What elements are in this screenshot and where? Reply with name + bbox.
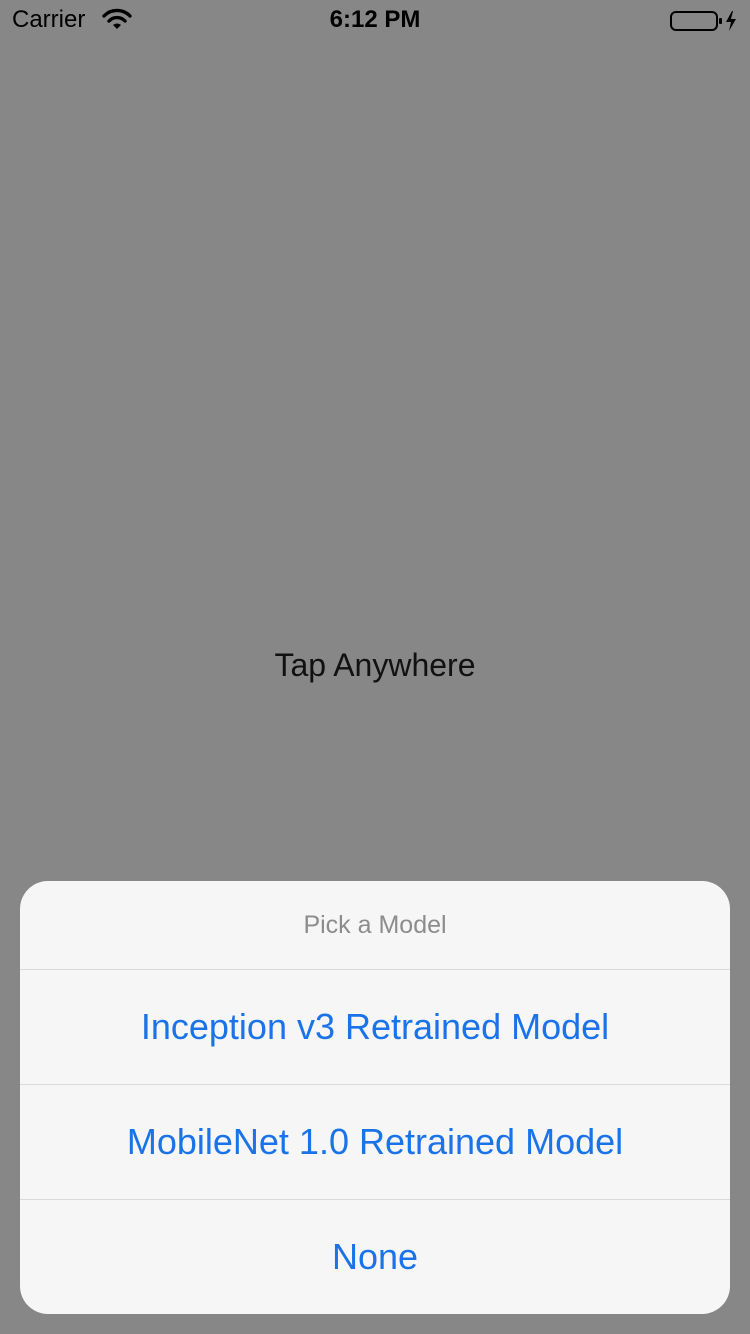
option-none[interactable]: None <box>20 1200 730 1314</box>
option-inception-v3[interactable]: Inception v3 Retrained Model <box>20 970 730 1085</box>
action-sheet-title: Pick a Model <box>20 881 730 970</box>
lightning-bolt-icon <box>726 11 736 31</box>
status-bar: Carrier 6:12 PM <box>0 0 750 40</box>
tap-anywhere-label[interactable]: Tap Anywhere <box>0 647 750 684</box>
battery-icon <box>670 11 736 31</box>
option-mobilenet[interactable]: MobileNet 1.0 Retrained Model <box>20 1085 730 1200</box>
status-time: 6:12 PM <box>329 6 421 33</box>
model-picker-action-sheet: Pick a Model Inception v3 Retrained Mode… <box>20 881 730 1314</box>
